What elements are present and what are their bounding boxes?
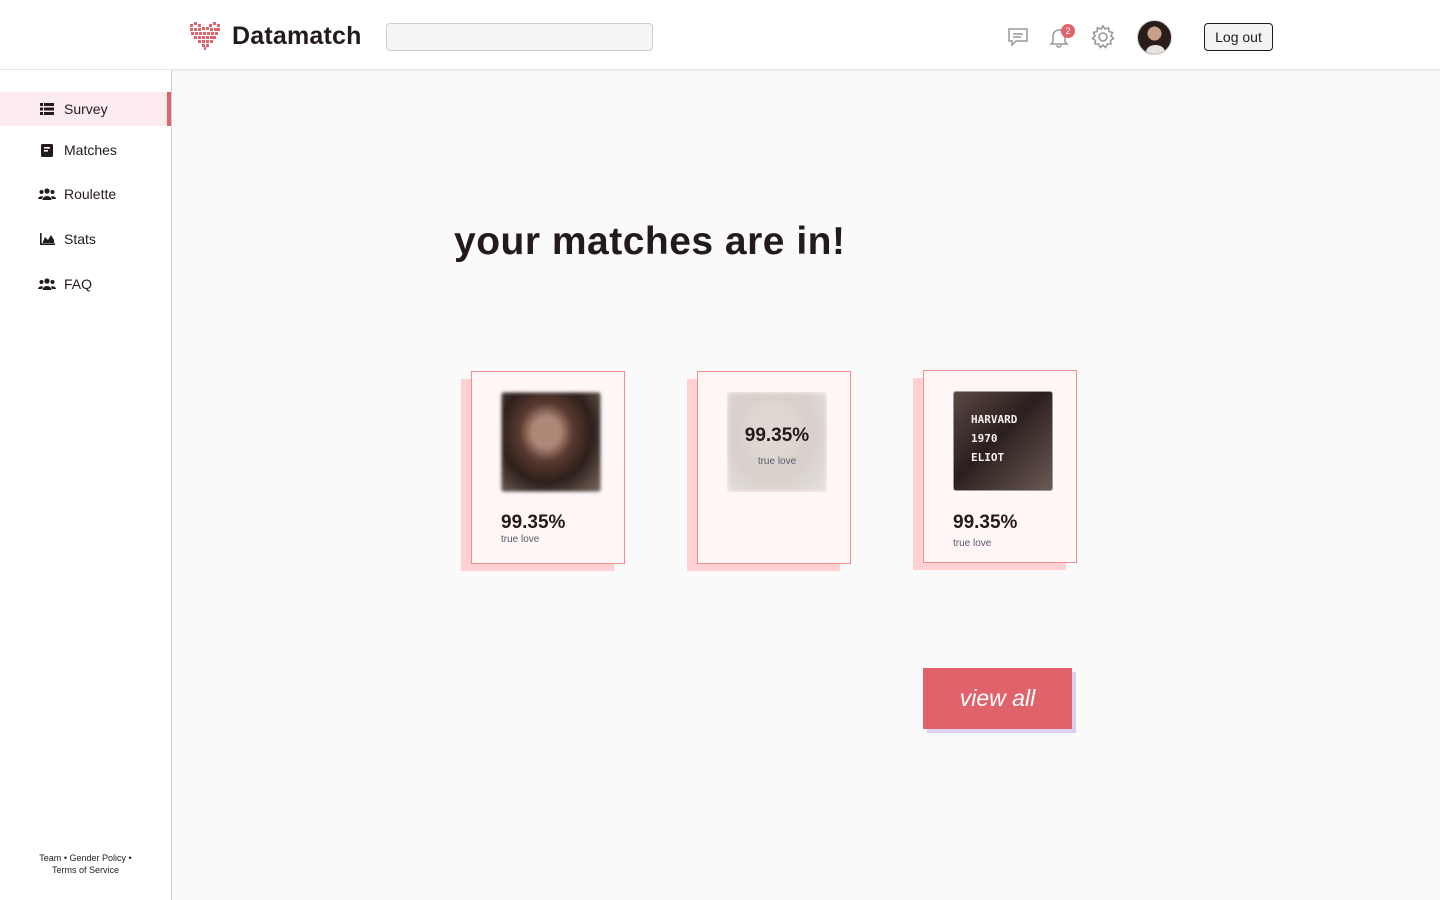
notification-badge: 2: [1061, 24, 1075, 38]
gear-icon[interactable]: [1090, 24, 1116, 50]
terms-link[interactable]: Terms of Service: [52, 865, 119, 875]
match-photo: HARVARD 1970 ELIOT: [953, 391, 1053, 491]
area-chart-icon: [38, 232, 56, 246]
sidebar-item-label: Matches: [64, 142, 117, 158]
match-school: HARVARD: [971, 413, 1018, 426]
table-list-icon: [38, 102, 56, 116]
sidebar: Survey Matches Roulette Stats FAQ Team •…: [0, 70, 172, 900]
match-card[interactable]: 99.35% true love: [461, 371, 625, 571]
gender-policy-link[interactable]: Gender Policy: [70, 853, 127, 863]
top-header: Datamatch 2 Log out: [0, 0, 1440, 70]
match-card[interactable]: 99.35% true love: [687, 371, 851, 571]
match-year: 1970: [971, 432, 998, 445]
users-icon: [38, 277, 56, 291]
sidebar-item-roulette[interactable]: Roulette: [0, 177, 171, 211]
document-icon: [38, 143, 56, 157]
separator: •: [128, 853, 132, 863]
card-face: HARVARD 1970 ELIOT 99.35% true love: [923, 370, 1077, 563]
match-percent: 99.35%: [501, 512, 566, 533]
sidebar-item-matches[interactable]: Matches: [0, 133, 171, 167]
match-label: true love: [501, 534, 540, 545]
match-info-overlay: HARVARD 1970 ELIOT: [971, 410, 1017, 467]
match-house: ELIOT: [971, 451, 1005, 464]
card-face: 99.35% true love: [697, 371, 851, 564]
message-icon[interactable]: [1005, 24, 1031, 50]
match-label: true love: [757, 456, 797, 467]
sidebar-item-stats[interactable]: Stats: [0, 222, 171, 256]
match-label: true love: [953, 538, 992, 549]
logout-button[interactable]: Log out: [1204, 23, 1273, 51]
sidebar-item-label: Stats: [64, 231, 96, 247]
sidebar-item-label: Survey: [64, 101, 108, 117]
sidebar-item-label: Roulette: [64, 186, 117, 202]
sidebar-item-label: FAQ: [64, 276, 93, 292]
match-photo: 99.35% true love: [727, 392, 827, 492]
heart-logo-icon[interactable]: [189, 22, 221, 50]
view-all-button[interactable]: view all: [923, 668, 1072, 729]
search-input[interactable]: [386, 23, 653, 51]
separator: •: [63, 853, 67, 863]
brand-name[interactable]: Datamatch: [232, 22, 362, 51]
match-percent: 99.35%: [744, 425, 810, 446]
card-face: 99.35% true love: [471, 371, 625, 564]
footer-links: Team • Gender Policy • Terms of Service: [0, 852, 171, 876]
match-percent: 99.35%: [953, 512, 1018, 533]
user-avatar[interactable]: [1137, 20, 1172, 55]
match-photo: [501, 392, 601, 492]
match-card[interactable]: HARVARD 1970 ELIOT 99.35% true love: [913, 370, 1077, 570]
users-icon: [38, 187, 56, 201]
sidebar-item-survey[interactable]: Survey: [0, 92, 171, 126]
team-link[interactable]: Team: [39, 853, 61, 863]
sidebar-item-faq[interactable]: FAQ: [0, 267, 171, 301]
page-title: your matches are in!: [454, 220, 846, 263]
